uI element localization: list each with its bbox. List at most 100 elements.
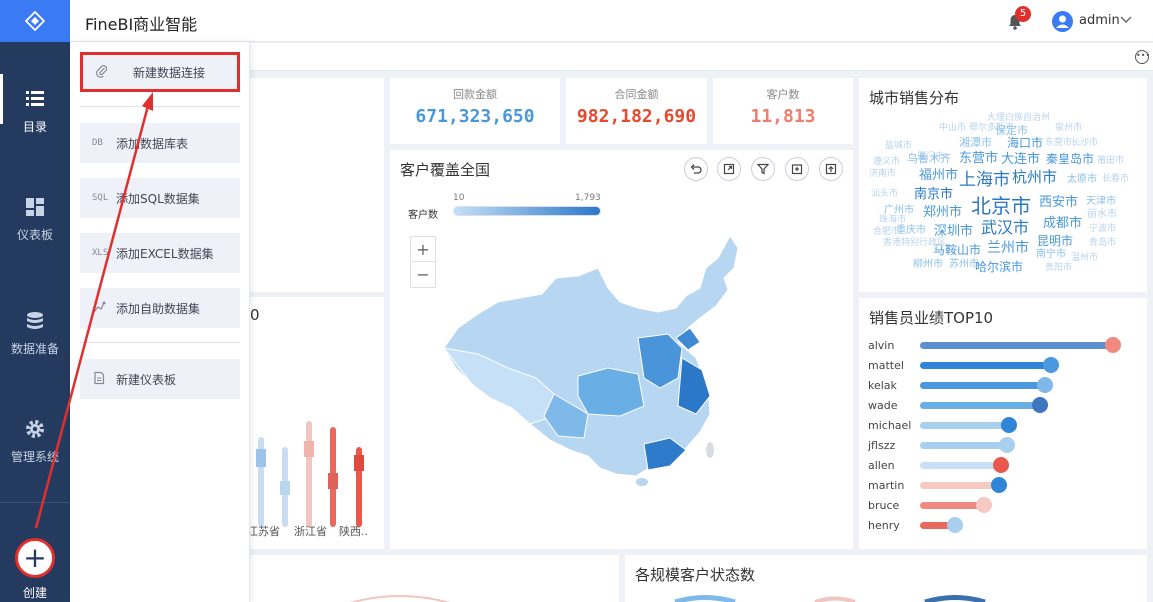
wordcloud-word[interactable]: 南宁市 (1036, 250, 1066, 260)
ranking-marker[interactable] (1000, 417, 1017, 433)
map-region-central[interactable] (577, 367, 645, 417)
wordcloud-word[interactable]: 青岛市 (1089, 239, 1116, 248)
left-bar-card: 0 江苏省 浙江省 陕西.. (247, 297, 384, 549)
zoom-out-button[interactable]: − (411, 262, 435, 287)
wordcloud-word[interactable]: 大连市 (1001, 153, 1040, 166)
menu-item-add-db-table[interactable]: DB 添加数据库表 (80, 123, 240, 163)
export-button[interactable] (819, 157, 843, 181)
wordcloud-word[interactable]: 乌鲁木齐 (907, 153, 951, 164)
wordcloud-word[interactable]: 盐城市 (885, 142, 912, 151)
wordcloud-word[interactable]: 保定市 (995, 125, 1028, 136)
pie-charts-partial (674, 595, 986, 602)
wordcloud-word[interactable]: 珠海市 (879, 216, 906, 225)
wordcloud-word[interactable]: 哈尔滨市 (975, 261, 1023, 273)
nav-item-catalog[interactable]: 目录 (0, 74, 70, 135)
wordcloud-word[interactable]: 北京市 (971, 196, 1031, 216)
edit-button[interactable] (785, 157, 809, 181)
wordcloud-word[interactable]: 昆明市 (1037, 235, 1073, 247)
nav-item-admin[interactable]: 管理系统 (0, 418, 70, 465)
wordcloud-word[interactable]: 宁波市 (1089, 225, 1116, 234)
ranking-bar[interactable] (920, 382, 1046, 389)
menu-item-new-connection[interactable]: 新建数据连接 (80, 52, 240, 92)
wordcloud-word[interactable]: 上海市 (959, 172, 1010, 189)
dashboard-toolbar: ••• (250, 43, 1153, 71)
ranking-bar[interactable] (920, 442, 1007, 449)
kpi-card-contract[interactable]: 合同金额 982,182,690 (566, 78, 707, 144)
wordcloud-word[interactable]: 东莞市 (1045, 139, 1072, 148)
ranking-marker[interactable] (946, 517, 963, 533)
ranking-title: 销售员业绩TOP10 (869, 309, 994, 327)
map-legend-gradient[interactable] (453, 206, 601, 216)
app-logo[interactable] (0, 0, 70, 42)
map-region-taiwan[interactable] (706, 442, 714, 458)
wordcloud-word[interactable]: 郑州市 (923, 206, 962, 219)
wordcloud-word[interactable]: 温州市 (1071, 254, 1098, 263)
menu-item-new-dashboard[interactable]: 新建仪表板 (80, 359, 240, 399)
wordcloud-word[interactable]: 柳州市 (913, 260, 943, 270)
nav-item-data-prep[interactable]: 数据准备 (0, 310, 70, 357)
wordcloud-word[interactable]: 西安市 (1039, 196, 1078, 209)
wordcloud-word[interactable]: 重庆市 (896, 226, 926, 236)
wordcloud-word[interactable]: 武汉市 (981, 220, 1029, 236)
wordcloud-word[interactable]: 中山市 (939, 124, 966, 133)
wordcloud-word[interactable]: 泉州市 (1055, 124, 1082, 133)
wordcloud-word[interactable]: 莆田市 (1097, 157, 1124, 166)
ranking-bar[interactable] (920, 502, 984, 509)
ranking-bar[interactable] (920, 422, 1009, 429)
wordcloud-word[interactable]: 成都市 (1043, 217, 1082, 230)
kpi-card-customers[interactable]: 客户数 11,813 (713, 78, 853, 144)
wordcloud-word[interactable]: 天津市 (1086, 197, 1116, 207)
wordcloud-word[interactable]: 秦皇岛市 (1046, 153, 1094, 165)
wordcloud-word[interactable]: 杭州市 (1012, 170, 1057, 185)
wordcloud-word[interactable]: 贵阳市 (1045, 264, 1072, 273)
wordcloud-word[interactable]: 南京市 (914, 188, 953, 201)
ranking-bar[interactable] (920, 482, 1000, 489)
wordcloud-word[interactable]: 丽水市 (1087, 210, 1117, 220)
avatar[interactable] (1052, 11, 1073, 32)
ranking-bar[interactable] (920, 362, 1052, 369)
wordcloud-word[interactable]: 长春市 (1102, 175, 1129, 184)
ranking-marker[interactable] (1105, 337, 1121, 353)
wordcloud-word[interactable]: 东营市 (959, 152, 998, 165)
ranking-bar[interactable] (920, 342, 1113, 349)
ranking-marker[interactable] (991, 477, 1008, 493)
wordcloud-word[interactable]: 海口市 (1007, 137, 1043, 149)
wordcloud-word[interactable]: 遵义市 (873, 158, 900, 167)
expand-button[interactable] (717, 157, 741, 181)
create-button[interactable]: + (15, 538, 55, 578)
zoom-in-button[interactable]: + (411, 237, 435, 262)
ranking-bar[interactable] (920, 402, 1040, 409)
export-icon (825, 163, 837, 175)
ranking-marker[interactable] (975, 497, 992, 513)
menu-item-add-excel[interactable]: XLS 添加EXCEL数据集 (80, 233, 240, 273)
china-map[interactable] (438, 218, 738, 536)
wordcloud-word[interactable]: 福州市 (919, 169, 958, 182)
more-icon[interactable]: ••• (1135, 50, 1150, 64)
undo-button[interactable] (684, 157, 708, 181)
wordcloud-word[interactable]: 湘潭市 (959, 137, 992, 148)
map-region-mainland[interactable] (443, 235, 738, 477)
filter-button[interactable] (751, 157, 775, 181)
nav-item-dashboard[interactable]: 仪表板 (0, 196, 70, 243)
wordcloud-word[interactable]: 济南市 (869, 170, 896, 179)
wordcloud-word[interactable]: 太原市 (1067, 175, 1097, 185)
ranking-marker[interactable] (1031, 397, 1048, 413)
wordcloud-word[interactable]: 香港特别行政区 (883, 239, 946, 248)
menu-item-add-sql[interactable]: SQL 添加SQL数据集 (80, 178, 240, 218)
map-legend-max: 1,793 (575, 193, 601, 203)
wordcloud-word[interactable]: 大理白族自治州 (987, 114, 1050, 123)
map-region-hainan[interactable] (636, 478, 648, 486)
chevron-down-icon[interactable] (1120, 13, 1132, 25)
ranking-marker[interactable] (998, 437, 1015, 453)
map-zoom-control: + − (410, 236, 436, 288)
wordcloud-word[interactable]: 兰州市 (987, 241, 1029, 255)
kpi-card-collection[interactable]: 回款金额 671,323,650 (390, 78, 560, 144)
wordcloud-word[interactable]: 汕头市 (871, 190, 898, 199)
wordcloud-word[interactable]: 深圳市 (934, 225, 973, 238)
ranking-bar[interactable] (920, 462, 1002, 469)
ranking-marker[interactable] (993, 457, 1010, 473)
menu-item-add-self-service[interactable]: 添加自助数据集 (80, 288, 240, 328)
wordcloud-word[interactable]: 长沙市 (1071, 139, 1098, 148)
wordcloud-word[interactable]: 合肥市 (873, 228, 900, 237)
user-name[interactable]: admin (1079, 13, 1120, 28)
